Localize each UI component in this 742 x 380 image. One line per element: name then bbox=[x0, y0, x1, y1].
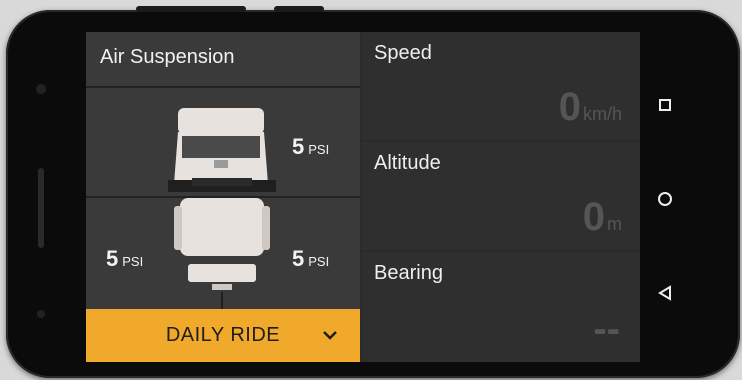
psi-rear-left-unit: PSI bbox=[122, 254, 144, 269]
bearing-value: -- bbox=[593, 307, 622, 352]
triangle-back-icon[interactable] bbox=[650, 278, 680, 308]
bearing-tile: Bearing -- bbox=[362, 252, 640, 362]
altitude-value: 0m bbox=[583, 195, 622, 240]
psi-front-right-unit: PSI bbox=[308, 142, 330, 157]
proximity-sensor bbox=[37, 310, 45, 318]
square-icon[interactable] bbox=[650, 90, 680, 120]
speed-tile: Speed 0 km/h bbox=[362, 32, 640, 140]
speed-title: Speed bbox=[374, 42, 432, 64]
psi-rear-left: 5 PSI bbox=[106, 246, 143, 272]
psi-rear-right-value: 5 bbox=[292, 246, 305, 271]
altitude-tile: Altitude 0m bbox=[362, 142, 640, 250]
speed-value: 0 km/h bbox=[559, 85, 622, 130]
psi-front-right-value: 5 bbox=[292, 134, 305, 159]
suspension-title: Air Suspension bbox=[100, 46, 235, 68]
psi-rear-right: 5 PSI bbox=[292, 246, 329, 272]
speed-number: 0 bbox=[558, 85, 581, 129]
top-button-right bbox=[274, 6, 324, 12]
top-button-left bbox=[136, 6, 246, 12]
stats-panel: Speed 0 km/h Altitude 0m Bearing -- bbox=[362, 32, 640, 362]
front-camera bbox=[36, 84, 46, 94]
app-screen: Air Suspension 5 PSI 5 PSI 5 PSI DAILY R… bbox=[86, 32, 640, 362]
air-suspension-panel: Air Suspension 5 PSI 5 PSI 5 PSI DAILY R… bbox=[86, 32, 360, 362]
altitude-title: Altitude bbox=[374, 152, 441, 174]
psi-rear-left-value: 5 bbox=[106, 246, 119, 271]
bearing-number: -- bbox=[593, 307, 620, 351]
ride-mode-label: DAILY RIDE bbox=[165, 324, 281, 346]
circle-icon[interactable] bbox=[650, 184, 680, 214]
ride-mode-dropdown[interactable]: DAILY RIDE bbox=[86, 309, 360, 362]
altitude-unit: m bbox=[607, 214, 622, 234]
earpiece-speaker bbox=[38, 168, 44, 248]
android-nav-bar bbox=[642, 32, 692, 362]
psi-front-right: 5 PSI bbox=[292, 134, 329, 160]
chevron-down-icon bbox=[323, 331, 337, 340]
altitude-number: 0 bbox=[582, 195, 605, 239]
psi-rear-right-unit: PSI bbox=[308, 254, 330, 269]
vehicle-top-view-icon bbox=[168, 108, 276, 312]
speed-unit: km/h bbox=[582, 104, 622, 124]
bearing-title: Bearing bbox=[374, 262, 443, 284]
